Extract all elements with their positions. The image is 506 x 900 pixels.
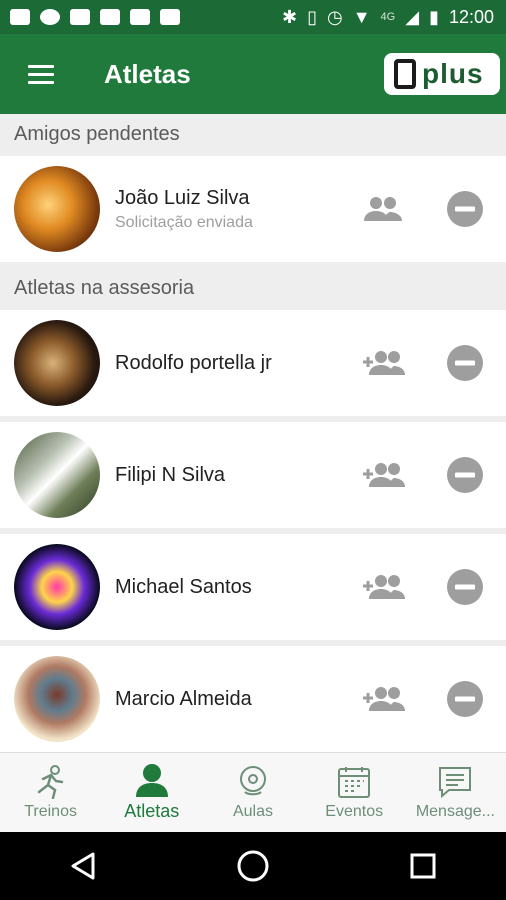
bottom-navigation: Treinos Atletas Aulas Eventos Mensage...	[0, 752, 506, 832]
tab-aulas[interactable]: Aulas	[202, 753, 303, 832]
page-title: Atletas	[104, 58, 191, 89]
logo-mark	[394, 59, 416, 89]
system-indicators: ✱ ▯ ◷ ▼ 4G ◢ ▮ 12:00	[282, 7, 506, 28]
remove-button[interactable]	[442, 564, 488, 610]
remove-button[interactable]	[442, 186, 488, 232]
tab-mensagens[interactable]: Mensage...	[405, 753, 506, 832]
outlook-icon	[100, 9, 120, 25]
menu-icon[interactable]	[28, 64, 54, 84]
list-item[interactable]: Rodolfo portella jr	[0, 310, 506, 416]
location-icon	[240, 765, 266, 795]
avatar	[14, 544, 100, 630]
back-icon[interactable]	[69, 851, 97, 881]
add-friend-icon[interactable]	[360, 452, 406, 498]
youtube-icon	[160, 9, 180, 25]
alarm-icon: ◷	[326, 6, 343, 27]
tab-treinos[interactable]: Treinos	[0, 753, 101, 832]
battery-icon: ▮	[429, 6, 439, 27]
tab-label: Treinos	[24, 802, 77, 820]
athlete-name: Rodolfo portella jr	[115, 351, 272, 374]
app-bar: Atletas plus	[0, 34, 506, 114]
athlete-name: Michael Santos	[115, 575, 252, 598]
status-bar: ✱ ▯ ◷ ▼ 4G ◢ ▮ 12:00	[0, 0, 506, 34]
notification-icons	[0, 9, 180, 25]
app-logo: plus	[384, 53, 500, 95]
vibrate-icon: ▯	[307, 6, 317, 27]
athlete-name: João Luiz Silva	[115, 186, 250, 209]
remove-button[interactable]	[442, 676, 488, 722]
add-friend-icon[interactable]	[360, 676, 406, 722]
athlete-name: Filipi N Silva	[115, 463, 226, 486]
home-icon[interactable]	[236, 849, 270, 883]
image-notification-icon	[70, 9, 90, 25]
tab-eventos[interactable]: Eventos	[304, 753, 405, 832]
person-icon	[135, 764, 168, 797]
friends-icon[interactable]	[360, 186, 406, 232]
whatsapp-icon	[40, 9, 60, 25]
list-item[interactable]: João Luiz Silva Solicitação enviada	[0, 156, 506, 262]
system-navigation-bar	[0, 832, 506, 900]
list-item[interactable]: Marcio Almeida	[0, 646, 506, 752]
signal-icon: ◢	[405, 6, 420, 27]
shield-icon	[130, 9, 150, 25]
clock: 12:00	[448, 6, 494, 27]
tab-label: Mensage...	[415, 802, 495, 820]
section-pending-header: Amigos pendentes	[0, 114, 506, 154]
section-advisory-header: Atletas na assesoria	[0, 268, 506, 308]
calendar-icon	[338, 766, 371, 798]
add-friend-icon[interactable]	[360, 340, 406, 386]
network-type: 4G	[380, 11, 396, 23]
request-status: Solicitação enviada	[115, 213, 253, 231]
athlete-name: Marcio Almeida	[115, 687, 252, 710]
avatar	[14, 432, 100, 518]
tab-label: Aulas	[232, 802, 274, 820]
avatar	[14, 166, 100, 252]
avatar	[14, 656, 100, 742]
tab-label: Atletas	[124, 801, 180, 821]
runner-icon	[37, 764, 63, 799]
logo-text: plus	[422, 58, 484, 89]
remove-button[interactable]	[442, 452, 488, 498]
remove-button[interactable]	[442, 340, 488, 386]
message-icon	[439, 766, 472, 798]
tab-label: Eventos	[325, 802, 384, 820]
avatar	[14, 320, 100, 406]
bluetooth-icon: ✱	[281, 6, 298, 27]
message-notification-icon	[10, 9, 30, 25]
recents-icon[interactable]	[409, 852, 437, 880]
wifi-icon: ▼	[352, 6, 371, 27]
tab-atletas[interactable]: Atletas	[101, 753, 202, 832]
list-item[interactable]: Filipi N Silva	[0, 422, 506, 528]
add-friend-icon[interactable]	[360, 564, 406, 610]
list-item[interactable]: Michael Santos	[0, 534, 506, 640]
